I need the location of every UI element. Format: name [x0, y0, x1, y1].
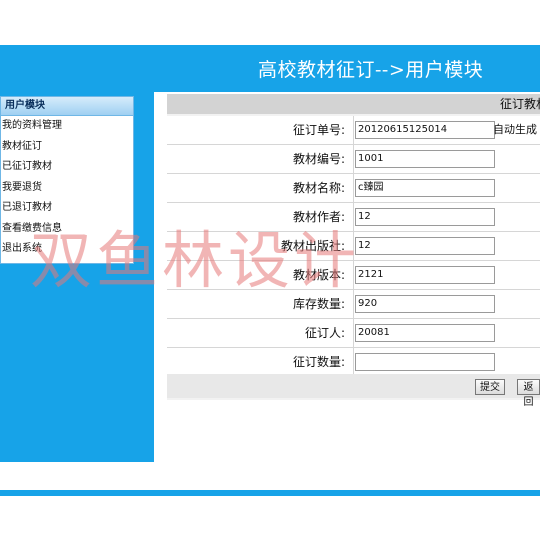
top-blank-area — [0, 0, 540, 45]
label-text: 教材名称: — [292, 181, 345, 195]
form-row-quantity: 征订数量: — [167, 348, 540, 377]
order-form-panel: 征订教材 征订单号: 自动生成 教材编号: 教材名称: 教材作者: 教材出版社:… — [167, 94, 540, 408]
form-row-textbook-name: 教材名称: — [167, 174, 540, 203]
quantity-input[interactable] — [355, 353, 495, 371]
edition-input[interactable] — [355, 266, 495, 284]
form-row-textbook-author: 教材作者: — [167, 203, 540, 232]
stock-input[interactable] — [355, 295, 495, 313]
textbook-id-input[interactable] — [355, 150, 495, 168]
form-label-textbook-id: 教材编号: — [167, 145, 354, 173]
sidebar-item-ordered-textbooks[interactable]: 已征订教材 — [1, 157, 133, 178]
form-row-publisher: 教材出版社: — [167, 232, 540, 261]
sidebar-item-payment-info[interactable]: 查看缴费信息 — [1, 219, 133, 240]
panel-title: 征订教材 — [167, 94, 540, 114]
sidebar-heading: 用户模块 — [1, 97, 133, 116]
form-label-order-number: 征订单号: — [167, 116, 354, 144]
textbook-name-input[interactable] — [355, 179, 495, 197]
sidebar-item-return[interactable]: 我要退货 — [1, 178, 133, 199]
label-text: 教材版本: — [292, 268, 345, 282]
label-text: 征订单号: — [292, 123, 345, 137]
form-label-textbook-name: 教材名称: — [167, 174, 354, 202]
publisher-input[interactable] — [355, 237, 495, 255]
label-text: 库存数量: — [292, 297, 345, 311]
submit-button[interactable]: 提交 — [475, 379, 505, 395]
form-label-orderer: 征订人: — [167, 319, 354, 347]
form-label-edition: 教材版本: — [167, 261, 354, 289]
auto-generate-note: 自动生成 — [493, 123, 537, 136]
form-row-order-number: 征订单号: 自动生成 — [167, 116, 540, 145]
footer-bar — [0, 490, 540, 496]
order-number-input[interactable] — [355, 121, 495, 139]
orderer-input[interactable] — [355, 324, 495, 342]
form-row-textbook-id: 教材编号: — [167, 145, 540, 174]
form-label-stock: 库存数量: — [167, 290, 354, 318]
panel-title-text: 征订教材 — [499, 97, 540, 111]
sidebar-item-profile[interactable]: 我的资料管理 — [1, 116, 133, 137]
label-text: 教材出版社: — [280, 239, 345, 253]
sidebar-item-returned-textbooks[interactable]: 已退订教材 — [1, 198, 133, 219]
label-text: 教材编号: — [292, 152, 345, 166]
back-button[interactable]: 返回 — [517, 379, 540, 408]
textbook-author-input[interactable] — [355, 208, 495, 226]
page-title: 高校教材征订-->用户模块 — [258, 59, 484, 81]
label-text: 教材作者: — [292, 210, 345, 224]
button-row: 提交 返回 — [167, 374, 540, 408]
label-text: 征订数量: — [292, 355, 345, 369]
sidebar-item-order-textbook[interactable]: 教材征订 — [1, 137, 133, 158]
header-banner: 高校教材征订-->用户模块 — [0, 45, 540, 92]
label-text: 征订人: — [304, 326, 345, 340]
form-row-stock: 库存数量: — [167, 290, 540, 319]
form-label-publisher: 教材出版社: — [167, 232, 354, 260]
form-label-quantity: 征订数量: — [167, 348, 354, 376]
form-row-orderer: 征订人: — [167, 319, 540, 348]
sidebar-menu: 用户模块 我的资料管理 教材征订 已征订教材 我要退货 已退订教材 查看缴费信息… — [0, 96, 134, 264]
form-label-textbook-author: 教材作者: — [167, 203, 354, 231]
sidebar-item-logout[interactable]: 退出系统 — [1, 239, 133, 260]
form-row-edition: 教材版本: — [167, 261, 540, 290]
